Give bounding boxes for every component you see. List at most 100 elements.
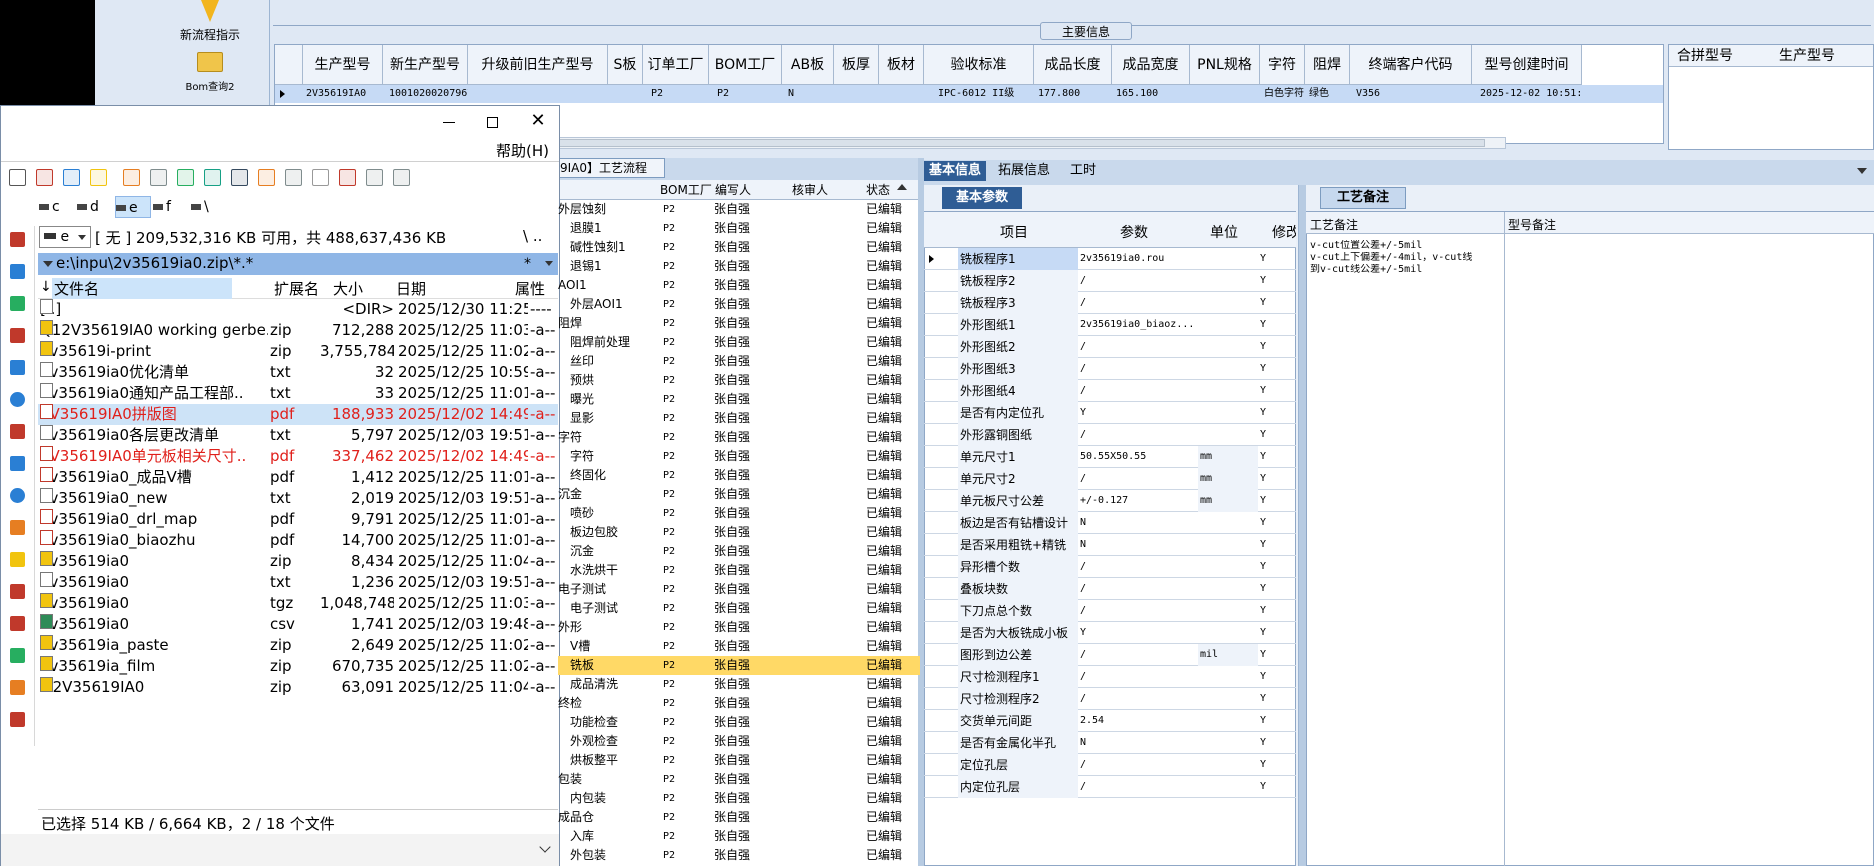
grid-cell[interactable]: IPC-6012 II级 xyxy=(938,85,1034,103)
grid-cell[interactable]: 2V35619IA0 xyxy=(306,85,383,103)
param-value[interactable]: N xyxy=(1078,732,1198,754)
file-row[interactable]: Q12V35619IA0 working gerbe.. zip 712,288 20… xyxy=(38,320,558,341)
grid-col-header[interactable]: 板厚 xyxy=(834,45,879,85)
settings-icon[interactable] xyxy=(9,169,26,186)
grid-cell[interactable]: P2 xyxy=(717,85,782,103)
info-icon[interactable] xyxy=(10,488,25,503)
process-row[interactable]: V槽 P2 张自强 已编辑 xyxy=(558,637,920,656)
file-row[interactable]: 2v35619ia0_new txt 2,019 2025/12/03 19:51 -a… xyxy=(38,488,558,509)
process-row[interactable]: 阻焊 P2 张自强 已编辑 xyxy=(558,314,920,333)
param-row[interactable]: 下刀点总个数 / Y xyxy=(924,600,1296,622)
param-row[interactable]: 铣板程序2/ Y xyxy=(924,270,1296,292)
param-row[interactable]: 外形图纸2/ Y xyxy=(924,336,1296,358)
process-row[interactable]: 预烘 P2 张自强 已编辑 xyxy=(558,371,920,390)
bom-query-button[interactable]: Bom查询2 xyxy=(170,50,250,98)
image-icon[interactable] xyxy=(10,712,25,727)
process-row[interactable]: 铣板 P2 张自强 已编辑 xyxy=(558,656,920,675)
process-row[interactable]: 阻焊前处理 P2 张自强 已编辑 xyxy=(558,333,920,352)
param-row[interactable]: 定位孔层 / Y xyxy=(924,754,1296,776)
info-tab[interactable]: 基本信息 xyxy=(924,161,986,181)
grid-col-header[interactable]: S板 xyxy=(608,45,643,85)
process-row[interactable]: 成品仓 P2 张自强 已编辑 xyxy=(558,808,920,827)
process-row[interactable]: 板边包胶 P2 张自强 已编辑 xyxy=(558,523,920,542)
folder-icon[interactable] xyxy=(10,680,25,695)
drive-select[interactable]: e xyxy=(39,226,91,248)
param-row[interactable]: 外形图纸3/ Y xyxy=(924,358,1296,380)
grid-cell[interactable]: 白色字符 xyxy=(1264,85,1305,103)
grid-cell[interactable] xyxy=(614,85,643,103)
network-icon[interactable] xyxy=(10,296,25,311)
drive-button-2[interactable]: d xyxy=(77,196,113,218)
pdf-icon[interactable] xyxy=(36,169,53,186)
chevron-down-icon[interactable] xyxy=(545,261,553,266)
param-row[interactable]: 是否为大板铣成小板 Y Y xyxy=(924,622,1296,644)
warning-icon[interactable] xyxy=(10,552,25,567)
process-row[interactable]: 包装 P2 张自强 已编辑 xyxy=(558,770,920,789)
splitter-2[interactable] xyxy=(1299,185,1306,866)
maximize-button[interactable] xyxy=(483,113,503,133)
grid-col-header[interactable]: BOM工厂 xyxy=(709,45,782,85)
file-row[interactable]: 2v35619ia0 zip 8,434 2025/12/25 11:04 -a-- xyxy=(38,551,558,572)
process-row[interactable]: 外观检查 P2 张自强 已编辑 xyxy=(558,732,920,751)
process-row[interactable]: 曝光 P2 张自强 已编辑 xyxy=(558,390,920,409)
file-row[interactable]: 2v35619ia0通知产品工程部.. txt 33 2025/12/25 11:01… xyxy=(38,383,558,404)
process-row[interactable]: 成品清洗 P2 张自强 已编辑 xyxy=(558,675,920,694)
param-row[interactable]: 图形到边公差 / mil Y xyxy=(924,644,1296,666)
param-value[interactable]: 2.54 xyxy=(1078,710,1198,732)
param-row[interactable]: 是否有内定位孔 Y Y xyxy=(924,402,1296,424)
window-icon[interactable] xyxy=(393,169,410,186)
file-row[interactable]: 2v35619ia0各层更改清单 txt 5,797 2025/12/03 19:51… xyxy=(38,425,558,446)
process-row[interactable]: 字符 P2 张自强 已编辑 xyxy=(558,447,920,466)
param-value[interactable]: / xyxy=(1078,292,1198,314)
process-tab[interactable]: 9IA0】工艺流程 xyxy=(555,158,665,178)
process-row[interactable]: 电子测试 P2 张自强 已编辑 xyxy=(558,599,920,618)
param-row[interactable]: 单元尺寸2/mm Y xyxy=(924,468,1296,490)
process-row[interactable]: 沉金 P2 张自强 已编辑 xyxy=(558,485,920,504)
param-row[interactable]: 铣板程序1 2v35619ia0.rou Y xyxy=(924,248,1296,270)
file-row[interactable]: 2v35619ia0优化清单 txt 32 2025/12/25 10:59 -a-- xyxy=(38,362,558,383)
param-value[interactable]: / xyxy=(1078,380,1198,402)
grid-col-header[interactable]: AB板 xyxy=(782,45,834,85)
param-value[interactable]: / xyxy=(1078,358,1198,380)
menu-help[interactable]: 帮助(H) xyxy=(496,140,549,161)
grid-cell[interactable] xyxy=(840,85,879,103)
path-filter[interactable]: * xyxy=(524,256,531,272)
grid-cell[interactable]: 10010200207967 xyxy=(389,85,468,103)
param-value[interactable]: / xyxy=(1078,270,1198,292)
file-row[interactable]: 2V35619IA0拼版图 pdf 188,933 2025/12/02 14:49-… xyxy=(38,404,558,425)
param-row[interactable]: 外形露铜图纸 / Y xyxy=(924,424,1296,446)
print-icon[interactable] xyxy=(150,169,167,186)
process-row[interactable]: 功能检查 P2 张自强 已编辑 xyxy=(558,713,920,732)
grid-col-header[interactable]: 型号创建时间 xyxy=(1472,45,1582,85)
path-root-button[interactable]: \ .. xyxy=(523,227,542,245)
param-row[interactable]: 交货单元间距 2.54 Y xyxy=(924,710,1296,732)
chat-icon[interactable] xyxy=(10,360,25,375)
network-icon[interactable] xyxy=(177,169,194,186)
drive-button-5[interactable]: \ xyxy=(191,196,227,218)
grid-col-header[interactable]: 验收标准 xyxy=(924,45,1034,85)
param-value[interactable]: / xyxy=(1078,468,1198,490)
scroll-up-icon[interactable] xyxy=(897,184,907,190)
text-icon[interactable] xyxy=(90,169,107,186)
process-row[interactable]: 外包装 P2 张自强 已编辑 xyxy=(558,846,920,865)
param-value[interactable]: N xyxy=(1078,534,1198,556)
process-row[interactable]: 显影 P2 张自强 已编辑 xyxy=(558,409,920,428)
param-value[interactable]: N xyxy=(1078,512,1198,534)
param-value[interactable]: / xyxy=(1078,688,1198,710)
file-row[interactable]: 2v35619ia0_biaozhu pdf 14,700 2025/12/25 11… xyxy=(38,530,558,551)
info-tab[interactable]: 拓展信息 xyxy=(988,161,1060,181)
remarks-text[interactable]: v-cut位置公差+/-5mil v-cut上下偏差+/-4mil，v-cut线… xyxy=(1310,240,1496,276)
param-value[interactable]: / xyxy=(1078,336,1198,358)
grid-cell[interactable] xyxy=(474,85,608,103)
process-row[interactable]: 烘板整平 P2 张自强 已编辑 xyxy=(558,751,920,770)
process-row[interactable]: 内包装 P2 张自强 已编辑 xyxy=(558,789,920,808)
process-row[interactable]: 外层蚀刻 P2 张自强 已编辑 xyxy=(558,200,920,219)
process-row[interactable]: 喷砂 P2 张自强 已编辑 xyxy=(558,504,920,523)
file-row[interactable]: 2v35619ia_paste zip 2,649 2025/12/25 11:02-… xyxy=(38,635,558,656)
process-row[interactable]: 退膜1 P2 张自强 已编辑 xyxy=(558,219,920,238)
grid-col-header[interactable]: 新生产型号 xyxy=(383,45,468,85)
drive-button-3[interactable]: e xyxy=(115,196,151,218)
process-row[interactable]: 字符 P2 张自强 已编辑 xyxy=(558,428,920,447)
network-icon[interactable] xyxy=(10,648,25,663)
image-icon[interactable] xyxy=(231,169,248,186)
